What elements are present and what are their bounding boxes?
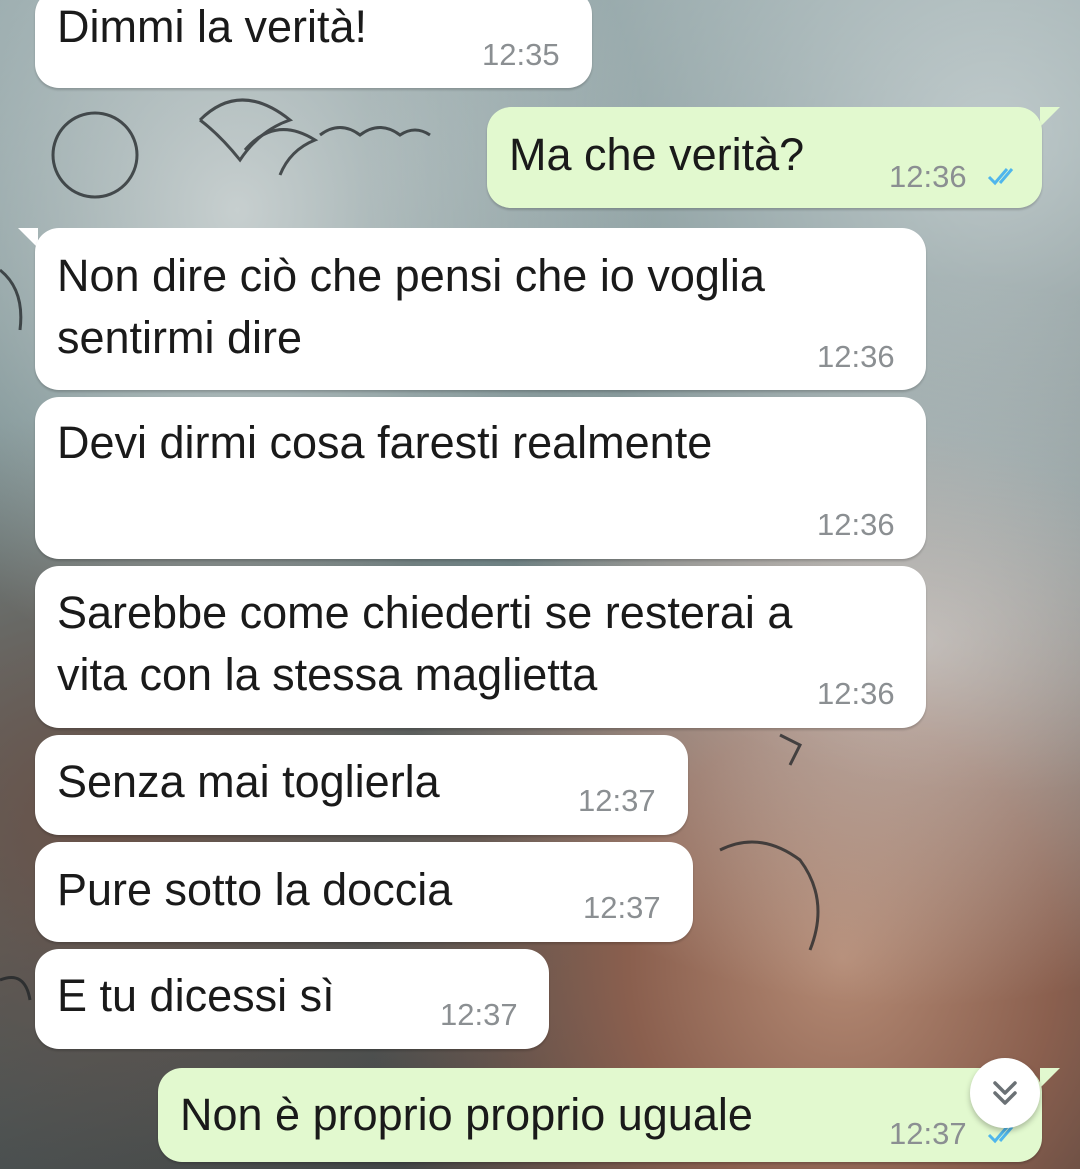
incoming-message[interactable]: E tu dicessi sì 12:37 [35, 949, 549, 1049]
message-text: Pure sotto la doccia [57, 864, 453, 915]
message-time: 12:37 [583, 890, 661, 925]
message-text: Devi dirmi cosa faresti realmente [57, 417, 713, 468]
incoming-message[interactable]: Dimmi la verità! 12:35 [35, 0, 592, 88]
incoming-message[interactable]: Senza mai toglierla 12:37 [35, 735, 688, 835]
message-text: Dimmi la verità! [57, 1, 368, 52]
incoming-message[interactable]: Sarebbe come chiederti se resterai a vit… [35, 566, 926, 728]
message-text-line: sentirmi dire [57, 312, 303, 363]
bubble-tail [1040, 1068, 1060, 1088]
message-time: 12:36 [817, 676, 895, 711]
message-time: 12:36 [817, 339, 895, 374]
message-text-line: vita con la stessa maglietta [57, 649, 598, 700]
incoming-message[interactable]: Devi dirmi cosa faresti realmente 12:36 [35, 397, 926, 559]
incoming-message[interactable]: Non dire ciò che pensi che io voglia sen… [35, 228, 926, 390]
double-chevron-down-icon [993, 1081, 1017, 1105]
message-text: Non è proprio proprio uguale [180, 1089, 753, 1140]
message-time: 12:37 [889, 1116, 967, 1151]
outgoing-message[interactable]: Ma che verità? 12:36 [487, 107, 1042, 208]
message-text: E tu dicessi sì [57, 970, 335, 1021]
message-time: 12:36 [817, 507, 895, 542]
message-time: 12:37 [578, 783, 656, 818]
incoming-message[interactable]: Pure sotto la doccia 12:37 [35, 842, 693, 942]
message-time: 12:36 [889, 159, 967, 194]
message-time: 12:35 [482, 37, 560, 72]
message-text: Senza mai toglierla [57, 756, 440, 807]
bubble-tail [1040, 107, 1060, 127]
message-text-line: Non dire ciò che pensi che io voglia [57, 250, 765, 301]
outgoing-message[interactable]: Non è proprio proprio uguale 12:37 [158, 1068, 1042, 1162]
double-check-icon [987, 168, 1014, 186]
message-time: 12:37 [440, 997, 518, 1032]
message-text: Ma che verità? [509, 129, 805, 180]
scroll-to-bottom-button[interactable] [970, 1058, 1040, 1128]
message-text-line: Sarebbe come chiederti se resterai a [57, 587, 793, 638]
